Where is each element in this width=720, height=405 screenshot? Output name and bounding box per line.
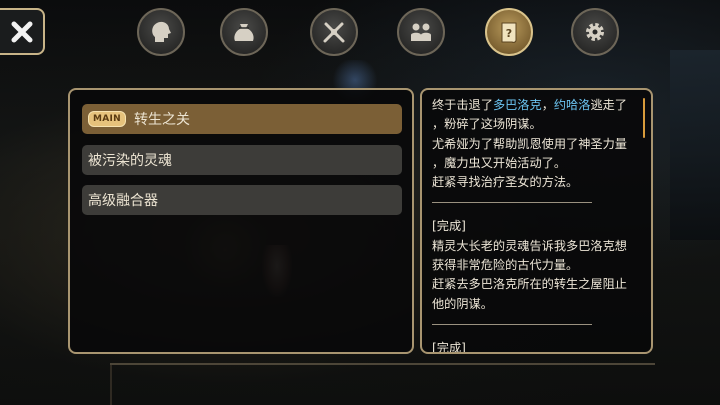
scroll-icon: ? (501, 22, 517, 43)
detail-line: 终于击退了多巴洛克，约哈洛逃走了 (432, 96, 644, 115)
svg-text:?: ? (506, 27, 512, 40)
detail-text: 终于击退了 (432, 98, 493, 112)
quest-item-label: 高级融合器 (88, 193, 158, 209)
detail-line: 赶紧去多巴洛克所在的转生之屋阻止 (432, 277, 627, 292)
detail-text: ， (541, 98, 554, 112)
quest-item-label: 被污染的灵魂 (88, 153, 172, 169)
detail-line: 他的阴谋。 (432, 296, 493, 311)
detail-line: ，粉碎了这场阴谋。 (432, 117, 542, 132)
quest-item-2[interactable]: 被污染的灵魂 (82, 145, 402, 175)
bottom-divider (110, 363, 655, 365)
quest-detail-panel[interactable]: 终于击退了多巴洛克，约哈洛逃走了 ，粉碎了这场阴谋。 尤希娅为了帮助凯恩使用了神… (420, 88, 653, 354)
character-tab[interactable] (137, 8, 185, 56)
main-badge: MAIN (88, 111, 127, 127)
inventory-tab[interactable] (220, 8, 268, 56)
divider (432, 323, 592, 325)
status-label: [完成] (432, 219, 466, 234)
gear-icon (586, 23, 604, 41)
head-silhouette-icon (152, 21, 171, 42)
quest-item-3[interactable]: 高级融合器 (82, 185, 402, 215)
quest-tab[interactable]: ? (485, 8, 533, 56)
background-banner (670, 50, 720, 240)
bag-icon (234, 24, 254, 41)
party-tab[interactable] (397, 8, 445, 56)
quest-item-label: 转生之关 (134, 112, 191, 128)
quest-detail-text: 终于击退了多巴洛克，约哈洛逃走了 ，粉碎了这场阴谋。 尤希娅为了帮助凯恩使用了神… (432, 96, 644, 354)
quest-item-1[interactable]: MAIN 转生之关 (82, 104, 402, 134)
detail-text: 逃走了 (590, 98, 627, 112)
close-button[interactable] (0, 8, 45, 55)
group-icon (411, 23, 431, 41)
detail-line: 获得非常危险的古代力量。 (432, 258, 579, 273)
npc-name: 多巴洛克 (492, 98, 542, 112)
detail-line: ，魔力虫又开始活动了。 (432, 155, 567, 170)
npc-name: 约哈洛 (553, 98, 591, 112)
detail-line: 尤希娅为了帮助凯恩使用了神圣力量 (432, 136, 627, 151)
bottom-decoration (110, 365, 142, 405)
detail-line: 精灵大长老的灵魂告诉我多巴洛克想 (432, 238, 627, 253)
crossed-swords-icon (323, 22, 345, 43)
status-label: [完成] (432, 340, 466, 354)
divider (432, 202, 592, 204)
skill-tab[interactable] (310, 8, 358, 56)
detail-line: 赶紧寻找治疗圣女的方法。 (432, 175, 579, 190)
settings-tab[interactable] (571, 8, 619, 56)
close-x-icon (11, 21, 32, 42)
quest-list-panel: MAIN 转生之关 被污染的灵魂 高级融合器 (68, 88, 414, 354)
